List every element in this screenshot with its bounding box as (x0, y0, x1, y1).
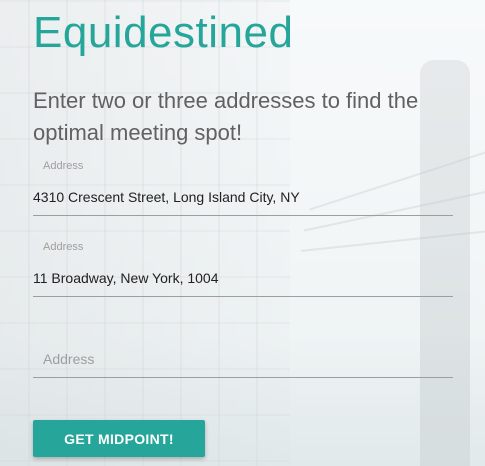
address-field-2-label: Address (43, 241, 84, 253)
page-subtitle: Enter two or three addresses to find the… (33, 88, 419, 145)
address-input-2[interactable] (33, 259, 453, 297)
get-midpoint-button[interactable]: GET MIDPOINT! (33, 420, 205, 457)
address-input-3[interactable] (33, 340, 453, 378)
address-input-1[interactable] (33, 178, 453, 216)
background-photo (0, 0, 485, 466)
app-title: Equidestined (33, 8, 294, 57)
address-field-1-label: Address (43, 160, 84, 172)
